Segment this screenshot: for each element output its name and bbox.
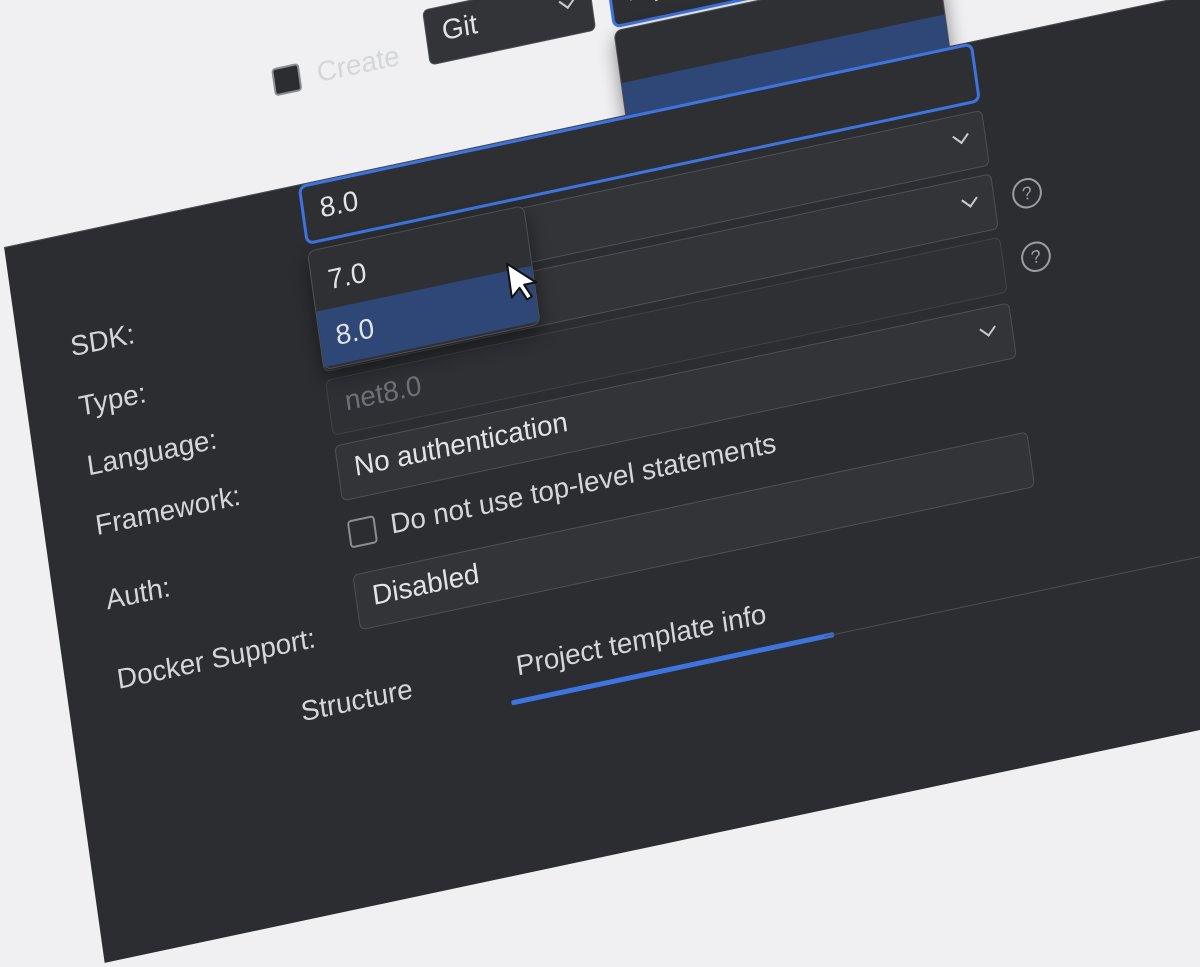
framework-value: net8.0	[342, 369, 424, 417]
language-label: Language:	[85, 423, 219, 482]
docker-value: Disabled	[370, 557, 482, 612]
sdk-value: 8.0	[317, 184, 361, 224]
tab-divider	[824, 532, 1200, 638]
auth-label: Auth:	[103, 571, 173, 616]
vcs-value: Git	[439, 7, 480, 47]
sdk-label: SDK:	[68, 317, 137, 363]
new-project-panel: Create Git repository SDK: Type: Languag…	[4, 0, 1200, 963]
chevron-down-icon	[979, 319, 996, 337]
chevron-down-icon	[558, 0, 576, 10]
stage: Create Git repository SDK: Type: Languag…	[0, 0, 1200, 963]
docker-label: Docker Support:	[115, 622, 318, 695]
help-icon[interactable]: ?	[1010, 175, 1044, 212]
help-icon[interactable]: ?	[1019, 238, 1053, 275]
chevron-down-icon	[952, 127, 969, 145]
tab-template-info[interactable]: Project template info	[514, 598, 768, 683]
chevron-down-icon	[961, 190, 978, 208]
framework-label: Framework:	[93, 479, 243, 542]
top-level-checkbox[interactable]	[346, 514, 379, 549]
tab-structure[interactable]: Structure	[299, 673, 415, 728]
create-repo-checkbox[interactable]	[271, 62, 303, 97]
type-label: Type:	[76, 376, 149, 422]
mouse-cursor-icon	[506, 262, 537, 301]
create-label: Create	[314, 39, 402, 89]
vcs-select[interactable]: Git	[422, 0, 597, 66]
